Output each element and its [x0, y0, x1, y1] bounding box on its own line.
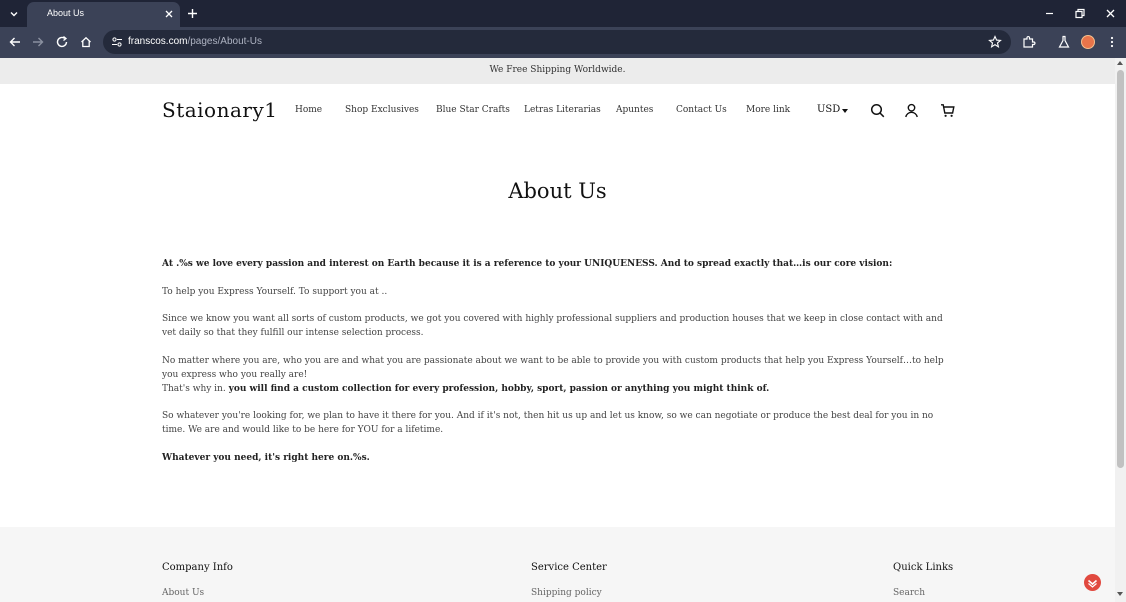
search-icon[interactable]	[870, 103, 885, 118]
menu-icon[interactable]	[1105, 35, 1119, 49]
nav-blue-star-crafts[interactable]: Blue Star Crafts	[436, 105, 510, 115]
browser-tab-bar: About Us	[0, 0, 1126, 27]
chat-icon[interactable]	[1084, 574, 1101, 591]
collection-lead: That's why in.	[162, 384, 226, 394]
closing-paragraph: Whatever you need, it's right here on.%s…	[162, 453, 370, 463]
footer-heading-service-center: Service Center	[531, 562, 607, 573]
scroll-up-arrow-icon[interactable]	[1117, 61, 1123, 65]
labs-icon[interactable]	[1057, 35, 1071, 49]
forward-icon[interactable]	[31, 35, 45, 49]
lifetime-paragraph: So whatever you're looking for, we plan …	[162, 411, 934, 435]
site-logo[interactable]: Staionary1	[162, 98, 278, 122]
nav-shop-exclusives[interactable]: Shop Exclusives	[345, 105, 419, 115]
caret-down-icon	[842, 109, 848, 113]
nav-contact-us[interactable]: Contact Us	[676, 105, 727, 115]
scroll-down-arrow-icon[interactable]	[1117, 592, 1123, 596]
footer-link-shipping-policy[interactable]: Shipping policy	[531, 588, 602, 598]
plus-icon[interactable]	[186, 7, 199, 20]
nav-letras-literarias[interactable]: Letras Literarias	[524, 105, 601, 115]
extensions-icon[interactable]	[1022, 35, 1036, 49]
support-paragraph: To help you Express Yourself. To support…	[162, 287, 388, 297]
restore-icon[interactable]	[1073, 7, 1086, 20]
nav-home[interactable]: Home	[295, 105, 322, 115]
browser-toolbar: franscos.com/pages/About-Us	[0, 27, 1126, 58]
star-icon[interactable]	[988, 35, 1002, 49]
address-bar[interactable]: franscos.com/pages/About-Us	[103, 30, 1011, 54]
reload-icon[interactable]	[55, 35, 69, 49]
nav-apuntes[interactable]: Apuntes	[616, 105, 653, 115]
page-scrollbar[interactable]	[1115, 58, 1126, 602]
profile-avatar[interactable]	[1081, 35, 1095, 49]
url-domain: franscos.com	[128, 36, 188, 47]
scroll-thumb[interactable]	[1117, 70, 1124, 468]
close-window-icon[interactable]	[1104, 7, 1117, 20]
close-icon[interactable]	[163, 8, 175, 20]
url-text: franscos.com/pages/About-Us	[128, 36, 262, 47]
footer-link-search[interactable]: Search	[893, 588, 925, 598]
footer-heading-company-info: Company Info	[162, 562, 233, 573]
account-icon[interactable]	[904, 103, 919, 118]
collection-highlight: you will find a custom collection for ev…	[228, 384, 770, 394]
announcement-text: We Free Shipping Worldwide.	[489, 65, 626, 75]
footer-heading-quick-links: Quick Links	[893, 562, 954, 573]
home-icon[interactable]	[79, 35, 93, 49]
footer-link-about-us[interactable]: About Us	[162, 588, 204, 598]
page-title: About Us	[508, 179, 607, 203]
collection-paragraph: That's why in. you will find a custom co…	[162, 382, 957, 396]
minimize-icon[interactable]	[1043, 7, 1056, 20]
announcement-bar: We Free Shipping Worldwide.	[0, 58, 1115, 84]
cart-icon[interactable]	[940, 103, 955, 118]
back-icon[interactable]	[8, 35, 22, 49]
tab-title: About Us	[47, 8, 85, 18]
site-info-icon[interactable]	[111, 36, 123, 48]
nav-more-link[interactable]: More link	[746, 105, 790, 115]
currency-selector[interactable]: USD	[817, 104, 840, 115]
web-page: We Free Shipping Worldwide. Staionary1 H…	[0, 58, 1115, 602]
passion-paragraph: No matter where you are, who you are and…	[162, 356, 944, 380]
tab-search-icon[interactable]	[4, 4, 23, 23]
suppliers-paragraph: Since we know you want all sorts of cust…	[162, 314, 943, 338]
active-tab[interactable]: About Us	[27, 2, 180, 27]
intro-paragraph: At .%s we love every passion and interes…	[162, 259, 893, 269]
site-footer: Company Info About Us Service Center Shi…	[0, 527, 1115, 602]
url-path: /pages/About-Us	[187, 36, 262, 47]
